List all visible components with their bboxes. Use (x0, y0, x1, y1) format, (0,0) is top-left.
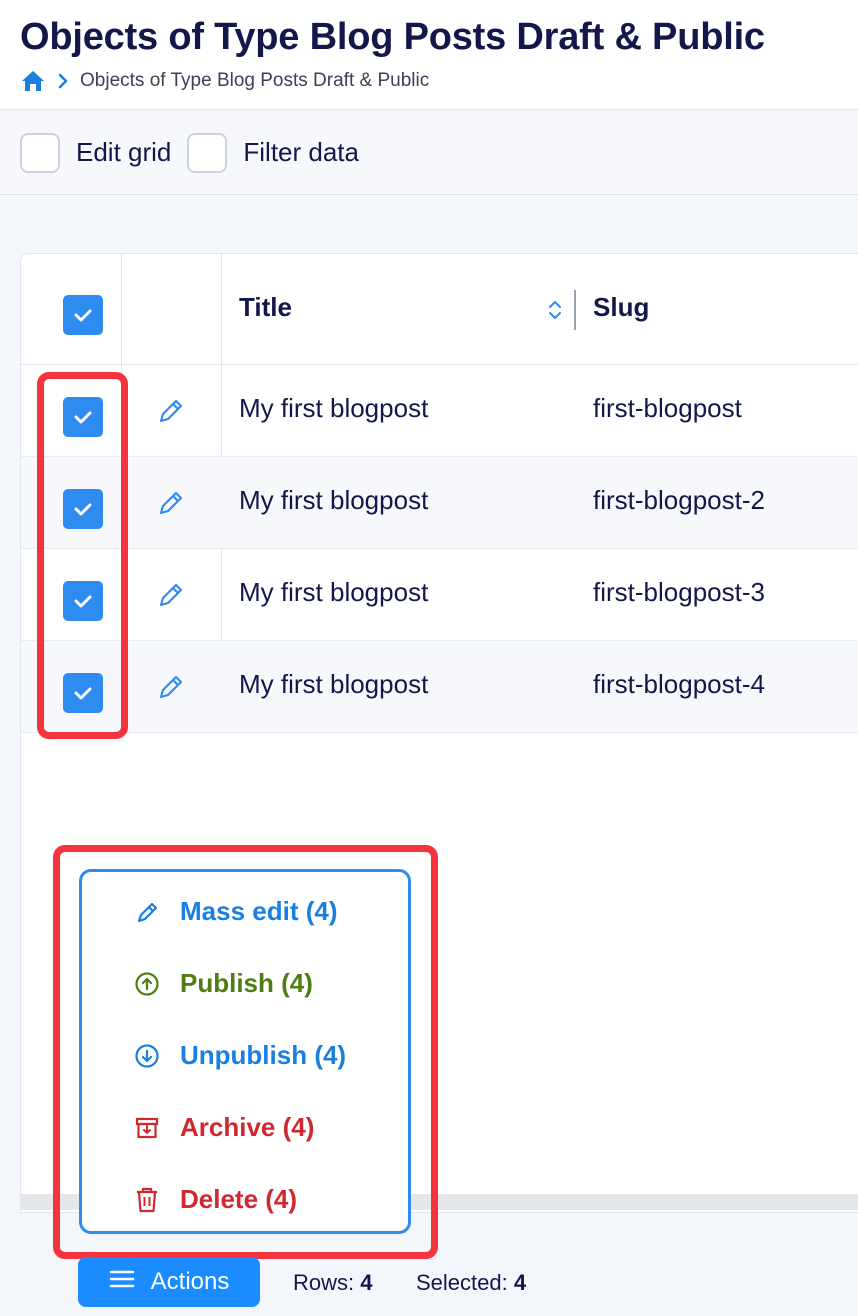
rows-label: Rows: (293, 1270, 355, 1295)
column-header-slug[interactable]: Slug (593, 292, 649, 323)
cell-title: My first blogpost (239, 577, 429, 607)
pencil-icon[interactable] (155, 487, 187, 524)
filter-data-toggle[interactable]: Filter data (187, 132, 359, 173)
menu-icon (109, 1268, 135, 1296)
highlight-checkboxes (37, 372, 128, 739)
grid-toolbar: Edit grid Filter data (0, 111, 858, 195)
breadcrumb-current: Objects of Type Blog Posts Draft & Publi… (80, 70, 430, 91)
highlight-actions-menu (53, 845, 438, 1259)
select-all-checkbox[interactable] (63, 295, 103, 335)
column-resize-handle[interactable] (574, 290, 576, 330)
edit-grid-label: Edit grid (76, 137, 172, 167)
cell-slug: first-blogpost-4 (593, 669, 765, 699)
page-title: Objects of Type Blog Posts Draft & Publi… (20, 16, 765, 58)
pencil-icon[interactable] (155, 671, 187, 708)
cell-slug: first-blogpost-2 (593, 485, 765, 515)
edit-grid-checkbox[interactable] (20, 132, 60, 173)
filter-data-label: Filter data (243, 137, 359, 167)
check-icon (74, 309, 92, 322)
breadcrumb: Objects of Type Blog Posts Draft & Publi… (20, 68, 429, 94)
actions-button-label: Actions (150, 1268, 230, 1295)
column-header-title[interactable]: Title (239, 292, 292, 323)
sort-icon[interactable] (547, 297, 563, 328)
selected-label: Selected: (416, 1270, 508, 1295)
selected-count: Selected: 4 (416, 1270, 526, 1296)
cell-slug: first-blogpost-3 (593, 577, 765, 607)
cell-slug: first-blogpost (593, 393, 742, 423)
table-row: My first blogpost first-blogpost-2 (21, 457, 858, 549)
chevron-right-icon (56, 72, 70, 90)
cell-title: My first blogpost (239, 669, 429, 699)
rows-count: Rows: 4 (293, 1270, 373, 1296)
pencil-icon[interactable] (155, 579, 187, 616)
table-row: My first blogpost first-blogpost-3 (21, 549, 858, 641)
pencil-icon[interactable] (155, 395, 187, 432)
rows-value: 4 (360, 1270, 373, 1295)
grid-header: Title Slug (21, 254, 858, 365)
table-row: My first blogpost first-blogpost (21, 365, 858, 457)
home-icon[interactable] (20, 69, 46, 93)
selected-value: 4 (513, 1270, 527, 1295)
edit-grid-toggle[interactable]: Edit grid (20, 132, 172, 173)
actions-button[interactable]: Actions (78, 1257, 260, 1307)
table-row: My first blogpost first-blogpost-4 (21, 641, 858, 733)
cell-title: My first blogpost (239, 393, 429, 423)
page-header: Objects of Type Blog Posts Draft & Publi… (0, 0, 858, 110)
filter-data-checkbox[interactable] (187, 132, 228, 173)
cell-title: My first blogpost (239, 485, 429, 515)
